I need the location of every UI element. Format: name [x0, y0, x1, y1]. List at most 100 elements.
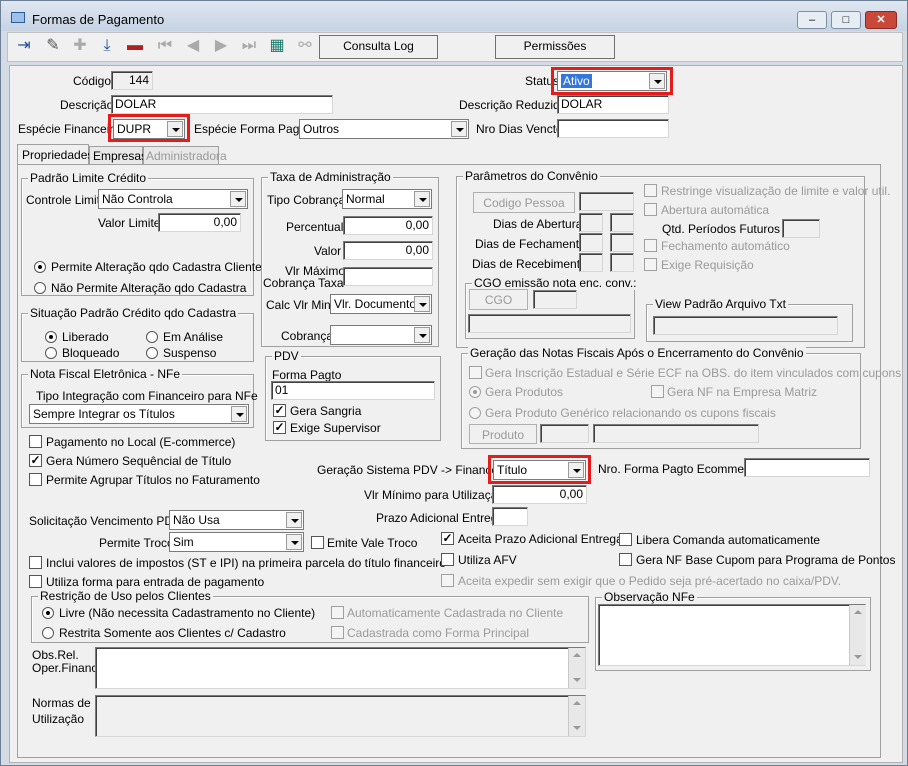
- radio-permite-alteracao[interactable]: [34, 261, 46, 273]
- tab-propriedades[interactable]: Propriedades: [17, 144, 93, 165]
- exige-supervisor-checkbox[interactable]: ✓: [273, 421, 286, 434]
- radio-liberado[interactable]: [45, 331, 57, 343]
- tab-empresas[interactable]: Empresas: [89, 146, 147, 165]
- permite-troco-select[interactable]: Sim: [169, 532, 304, 552]
- gera-sangria-checkbox[interactable]: ✓: [273, 404, 286, 417]
- minimize-button[interactable]: –: [797, 11, 827, 29]
- dias-fechamento-field-2[interactable]: [610, 233, 634, 252]
- obs-nfe-textarea[interactable]: [598, 604, 866, 666]
- valor-limite-field[interactable]: 0,00: [158, 213, 241, 232]
- dias-abertura-field-2[interactable]: [610, 213, 634, 232]
- descricao-field[interactable]: DOLAR: [111, 95, 333, 114]
- binoculars-icon[interactable]: ⚯: [293, 34, 317, 58]
- utiliza-afv-checkbox[interactable]: [441, 553, 454, 566]
- gera-numero-checkbox[interactable]: ✓: [29, 454, 42, 467]
- dias-fechamento-field-1[interactable]: [579, 233, 603, 252]
- normas-scrollbar[interactable]: [568, 696, 585, 736]
- previous-record-icon[interactable]: ◀: [181, 34, 205, 58]
- descricao-reduzida-field[interactable]: DOLAR: [557, 95, 669, 114]
- percentual-field[interactable]: 0,00: [343, 216, 433, 235]
- view-padrao-field[interactable]: [653, 316, 838, 335]
- scroll-up-icon[interactable]: [569, 648, 585, 664]
- radio-bloqueado[interactable]: [45, 347, 57, 359]
- normas-textarea[interactable]: [95, 695, 586, 737]
- qtd-periodos-field[interactable]: [782, 219, 820, 238]
- radio-nao-permite-alteracao[interactable]: [34, 282, 46, 294]
- cgo-description-field[interactable]: [468, 314, 631, 333]
- nro-ecommerce-field[interactable]: [744, 458, 870, 477]
- radio-livre[interactable]: [42, 607, 54, 619]
- codigo-pessoa-field[interactable]: [579, 192, 634, 211]
- tipo-cobranca-select[interactable]: Normal: [342, 189, 432, 209]
- scroll-down-icon[interactable]: [569, 720, 585, 736]
- obs-rel-scrollbar[interactable]: [568, 648, 585, 688]
- permite-troco-label: Permite Troco: [99, 536, 174, 550]
- vlr-maximo-field[interactable]: [343, 267, 433, 286]
- fechamento-auto-checkbox[interactable]: [644, 239, 657, 252]
- scroll-down-icon[interactable]: [850, 649, 866, 665]
- libera-comanda-checkbox[interactable]: [619, 533, 632, 546]
- radio-gera-produtos[interactable]: [469, 386, 481, 398]
- emite-vale-checkbox[interactable]: [311, 536, 324, 549]
- produto-description-field[interactable]: [593, 424, 759, 443]
- vlr-minimo-field[interactable]: 0,00: [492, 485, 587, 504]
- maximize-button[interactable]: □: [831, 11, 861, 29]
- obs-nfe-scrollbar[interactable]: [849, 605, 866, 665]
- permite-agrupar-checkbox[interactable]: [29, 473, 42, 486]
- dias-abertura-label: Dias de Abertura: [493, 217, 583, 231]
- consulta-log-button[interactable]: Consulta Log: [319, 35, 438, 59]
- radio-restrita[interactable]: [42, 627, 54, 639]
- edit-icon[interactable]: ✎: [41, 34, 65, 58]
- grid-icon[interactable]: ▦: [265, 34, 289, 58]
- aceita-prazo-checkbox[interactable]: ✓: [441, 532, 454, 545]
- solicitacao-select[interactable]: Não Usa: [169, 510, 304, 530]
- especie-forma-pagto-select[interactable]: Outros: [299, 119, 469, 139]
- controle-limite-select[interactable]: Não Controla: [98, 189, 248, 209]
- codigo-pessoa-button[interactable]: Codigo Pessoa: [473, 192, 575, 213]
- radio-suspenso[interactable]: [146, 347, 158, 359]
- exige-requisicao-checkbox[interactable]: [644, 258, 657, 271]
- add-icon[interactable]: ✚: [68, 34, 92, 58]
- produto-button[interactable]: Produto: [469, 424, 537, 444]
- permissoes-button[interactable]: Permissões: [495, 35, 615, 59]
- gera-inscricao-checkbox[interactable]: [469, 366, 482, 379]
- cobranca-select[interactable]: [330, 325, 432, 345]
- utiliza-forma-checkbox[interactable]: [29, 575, 42, 588]
- inclui-impostos-checkbox[interactable]: [29, 556, 42, 569]
- valor-field[interactable]: 0,00: [343, 241, 433, 260]
- scroll-down-icon[interactable]: [569, 672, 585, 688]
- save-icon[interactable]: ⤓: [95, 34, 119, 58]
- pagamento-local-checkbox[interactable]: [29, 435, 42, 448]
- dias-recebimento-field-1[interactable]: [579, 253, 603, 272]
- radio-em-analise[interactable]: [146, 331, 158, 343]
- restringe-checkbox[interactable]: [644, 184, 657, 197]
- tipo-integracao-select[interactable]: Sempre Integrar os Títulos: [29, 404, 249, 424]
- codigo-field[interactable]: 144: [111, 71, 153, 90]
- abertura-auto-checkbox[interactable]: [644, 203, 657, 216]
- dias-recebimento-field-2[interactable]: [610, 253, 634, 272]
- produto-code-field[interactable]: [540, 424, 589, 443]
- obs-rel-textarea[interactable]: [95, 647, 586, 689]
- aceita-expedir-checkbox[interactable]: [441, 574, 454, 587]
- cadastrada-principal-checkbox[interactable]: [331, 626, 344, 639]
- radio-gera-generico[interactable]: [469, 407, 481, 419]
- cgo-field[interactable]: [533, 290, 577, 309]
- nro-dias-vencto-field[interactable]: [557, 119, 669, 138]
- exit-icon[interactable]: ⇥: [12, 34, 36, 58]
- next-record-icon[interactable]: ▶: [209, 34, 233, 58]
- scroll-up-icon[interactable]: [850, 605, 866, 621]
- scroll-up-icon[interactable]: [569, 696, 585, 712]
- first-record-icon[interactable]: ⏮: [153, 34, 177, 58]
- forma-pagto-field[interactable]: 01: [271, 381, 435, 400]
- delete-icon[interactable]: ▬: [123, 34, 147, 58]
- dias-abertura-field-1[interactable]: [579, 213, 603, 232]
- cgo-button[interactable]: CGO: [469, 289, 528, 310]
- gera-nf-matriz-checkbox[interactable]: [651, 385, 664, 398]
- calc-vlr-min-select[interactable]: Vlr. Documento: [330, 294, 432, 314]
- gera-nf-base-checkbox[interactable]: [619, 553, 632, 566]
- close-button[interactable]: ✕: [865, 11, 897, 29]
- last-record-icon[interactable]: ⏭: [237, 34, 261, 58]
- prazo-adicional-field[interactable]: [492, 507, 528, 526]
- auto-cadastrada-checkbox[interactable]: [331, 606, 344, 619]
- tab-administradora[interactable]: Administradora: [143, 146, 227, 165]
